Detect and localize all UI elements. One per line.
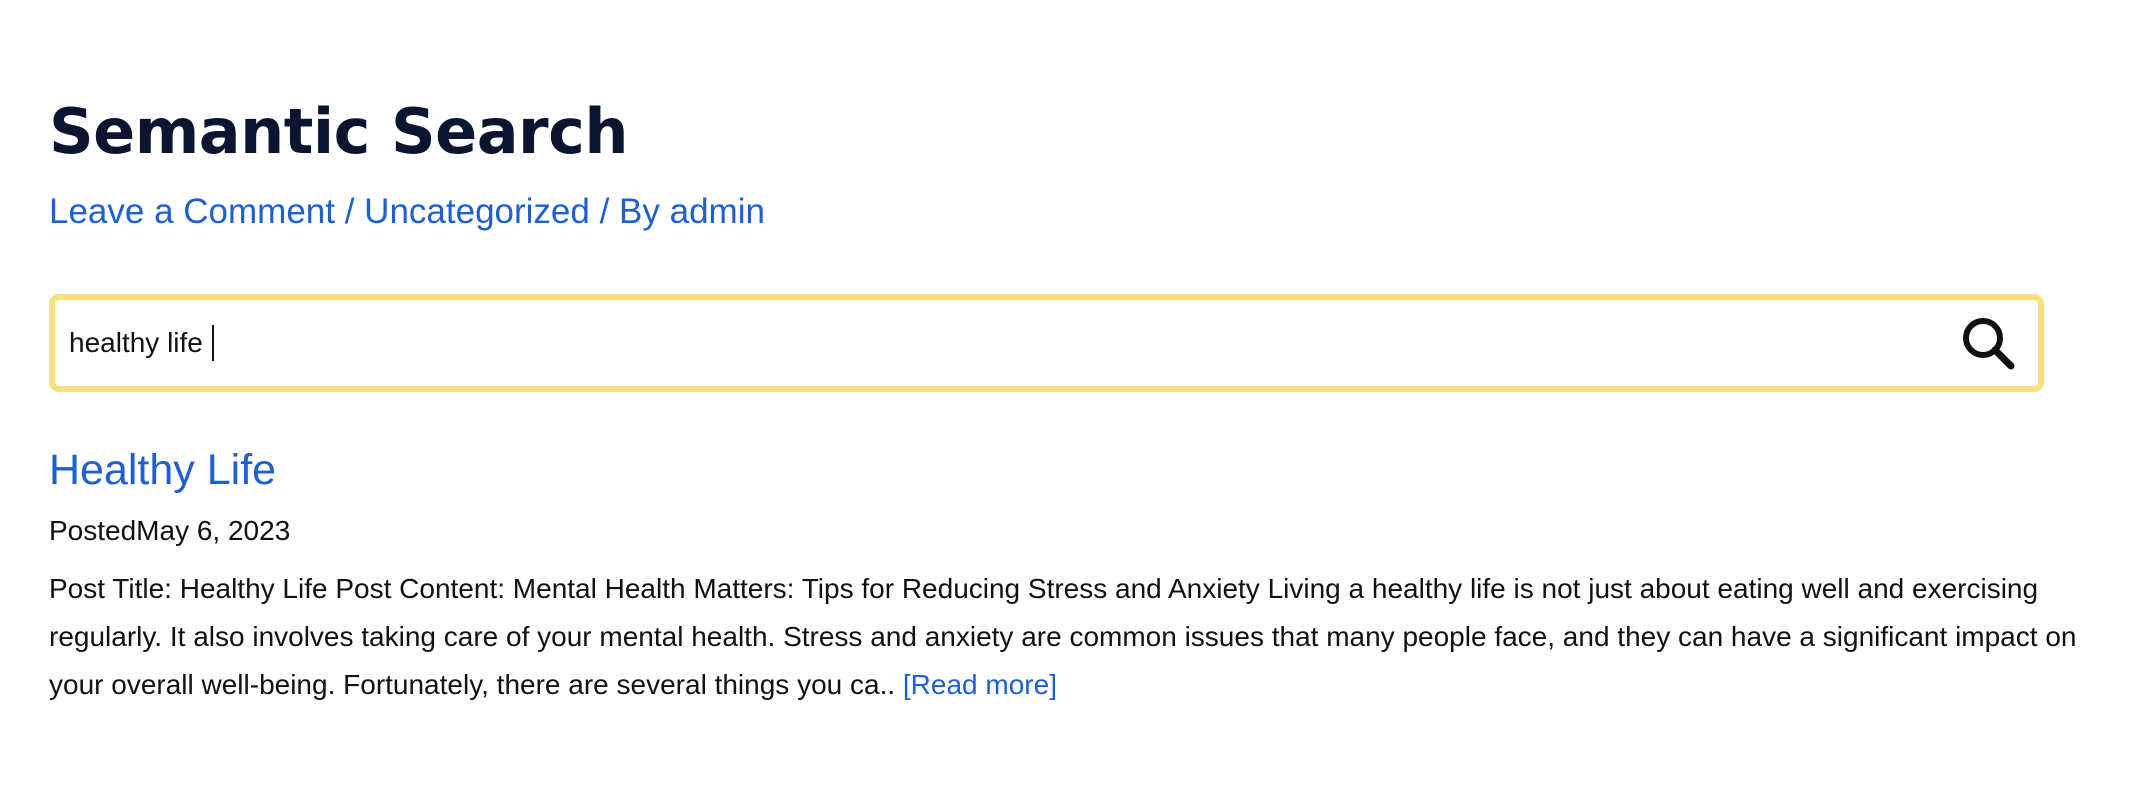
excerpt-line: Post Title: Healthy Life Post Content: M… [49, 573, 2039, 604]
search-icon [1963, 318, 2015, 370]
posted-date: PostedMay 6, 2023 [49, 513, 290, 549]
excerpt-line: regularly. It also involves taking care … [49, 621, 2077, 652]
result-excerpt: Post Title: Healthy Life Post Content: M… [49, 565, 2077, 709]
excerpt-line-text: your overall well-being. Fortunately, th… [49, 669, 903, 700]
post-meta: Leave a Comment / Uncategorized / By adm… [49, 188, 765, 236]
search-box [49, 294, 2044, 392]
read-more-link[interactable]: [Read more] [903, 669, 1057, 700]
page-title: Semantic Search [49, 95, 629, 168]
meta-by-separator: / By [589, 192, 670, 231]
category-link[interactable]: Uncategorized [364, 192, 590, 231]
author-link[interactable]: admin [670, 192, 765, 231]
excerpt-line-last: your overall well-being. Fortunately, th… [49, 661, 2049, 709]
posted-date-value: May 6, 2023 [136, 515, 291, 546]
result-title: Healthy Life [49, 442, 276, 498]
posted-prefix: Posted [49, 515, 137, 546]
result-title-link[interactable]: Healthy Life [49, 446, 276, 494]
text-caret [212, 325, 214, 361]
search-input[interactable] [69, 300, 1929, 386]
meta-separator: / [334, 192, 365, 231]
leave-comment-link[interactable]: Leave a Comment [49, 192, 335, 231]
search-button[interactable] [1958, 313, 2018, 373]
